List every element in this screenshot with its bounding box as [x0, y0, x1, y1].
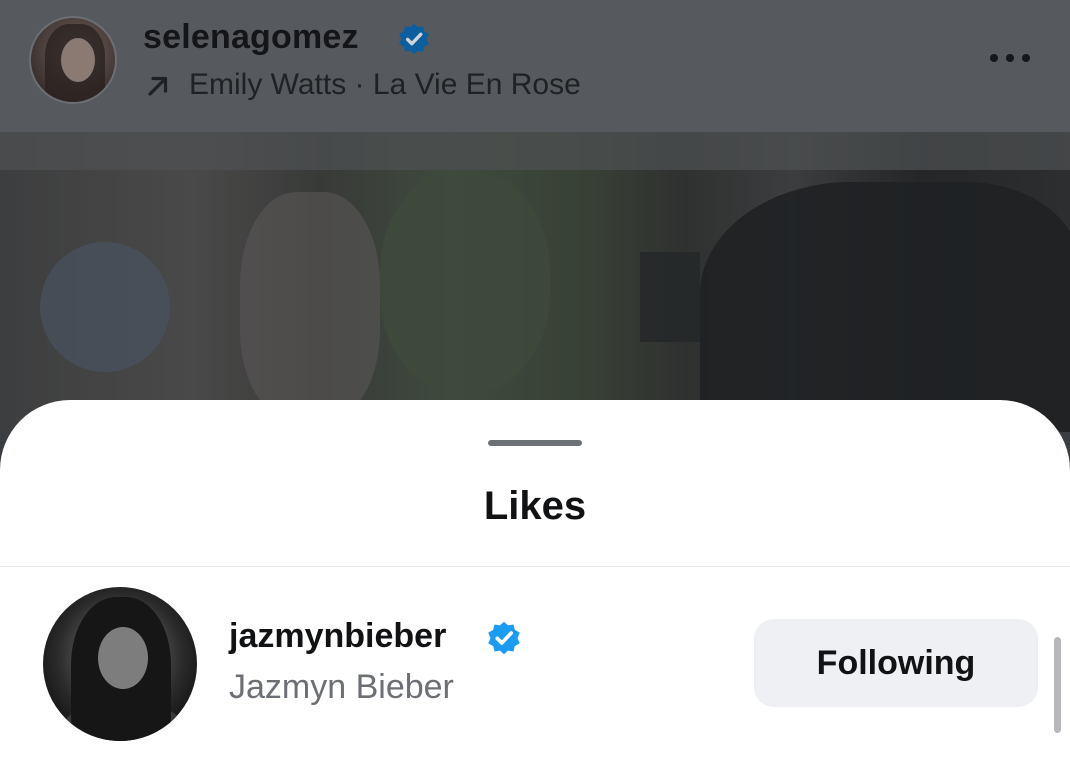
post-media [0, 132, 1070, 432]
avatar-face [61, 38, 95, 82]
verified-badge-icon [399, 23, 429, 55]
post-author-username[interactable]: selenagomez [143, 18, 359, 57]
arrow-up-right-icon [148, 76, 168, 96]
scrollbar[interactable] [1054, 637, 1061, 733]
verified-badge-icon [488, 621, 520, 655]
following-button[interactable]: Following [754, 619, 1038, 707]
user-full-name: Jazmyn Bieber [229, 668, 454, 706]
post-header: selenagomez Emily Watts · La Vie En Rose [0, 0, 1070, 132]
sheet-title: Likes [483, 484, 587, 528]
post-audio-attribution[interactable]: Emily Watts · La Vie En Rose [189, 68, 581, 102]
sheet-grabber-handle[interactable] [488, 440, 582, 446]
more-horizontal-icon[interactable] [986, 50, 1034, 66]
list-item[interactable]: jazmynbieber Jazmyn Bieber Following [0, 567, 1070, 770]
user-handle[interactable]: jazmynbieber [229, 617, 446, 656]
post-author-avatar[interactable] [29, 16, 117, 104]
user-avatar[interactable] [43, 587, 197, 741]
likes-bottom-sheet: Likes jazmynbieber Jazmyn Bieber Followi… [0, 400, 1070, 770]
